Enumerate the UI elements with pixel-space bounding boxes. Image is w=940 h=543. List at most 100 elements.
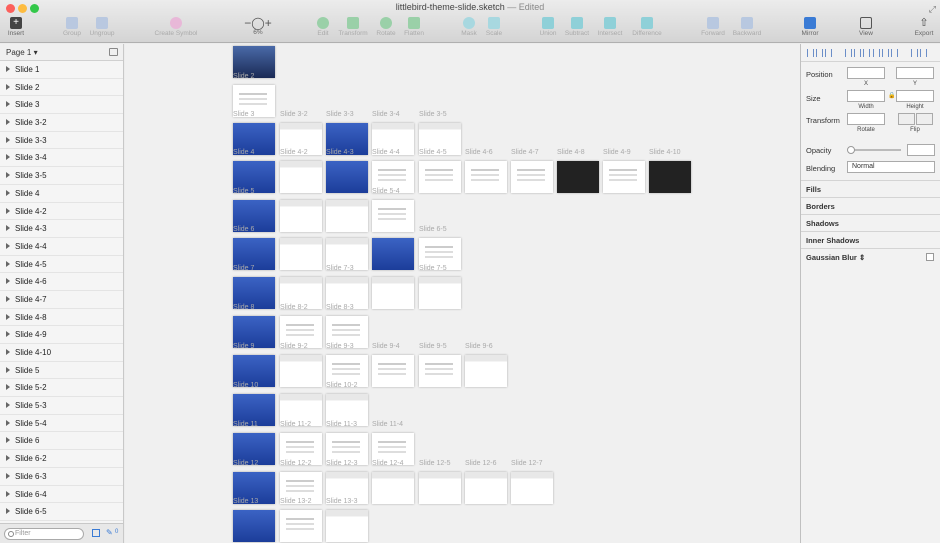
lock-icon[interactable]: 🔒: [888, 92, 895, 99]
artboard[interactable]: [511, 161, 553, 193]
backward-button[interactable]: Backward: [730, 17, 764, 37]
union-button[interactable]: Union: [536, 17, 560, 37]
align-icon[interactable]: [807, 49, 814, 57]
intersect-button[interactable]: Intersect: [595, 17, 625, 37]
align-icon[interactable]: [816, 49, 823, 57]
subtract-button[interactable]: Subtract: [562, 17, 592, 37]
artboard-label[interactable]: Slide 8-3: [326, 304, 386, 311]
layer-item[interactable]: Slide 4-3: [0, 220, 123, 238]
gaussian-blur-checkbox[interactable]: [926, 253, 934, 261]
align-icon[interactable]: [891, 49, 898, 57]
layer-item[interactable]: Slide 3-2: [0, 114, 123, 132]
align-icon[interactable]: [882, 49, 889, 57]
filter-input[interactable]: Filter: [4, 528, 84, 540]
layer-item[interactable]: Slide 5-2: [0, 379, 123, 398]
shadows-section[interactable]: Shadows: [801, 214, 940, 231]
artboard[interactable]: [465, 472, 507, 504]
borders-section[interactable]: Borders: [801, 197, 940, 214]
insert-button[interactable]: + Insert: [4, 17, 28, 37]
artboard-label[interactable]: Slide 7-5: [419, 265, 479, 272]
artboard-label[interactable]: Slide 3-5: [419, 111, 479, 118]
opacity-slider[interactable]: [847, 146, 901, 154]
artboard[interactable]: [326, 200, 368, 232]
artboard-label[interactable]: Slide 10-2: [326, 382, 386, 389]
artboard[interactable]: [372, 200, 414, 232]
flip-horizontal-button[interactable]: [898, 113, 915, 125]
artboard-label[interactable]: Slide 6: [233, 226, 293, 233]
flip-vertical-button[interactable]: [916, 113, 933, 125]
scale-button[interactable]: Scale: [483, 17, 505, 37]
transform-button[interactable]: Transform: [336, 17, 370, 37]
artboard-label[interactable]: Slide 6-5: [419, 226, 479, 233]
layer-item[interactable]: Slide 6: [0, 432, 123, 451]
forward-button[interactable]: Forward: [698, 17, 728, 37]
artboard[interactable]: [419, 355, 461, 387]
canvas[interactable]: Slide 2 Slide 3 Slide 3-2 Slide 3-3 Slide 3-…: [125, 44, 800, 543]
artboard-label[interactable]: Slide 7: [233, 265, 293, 272]
artboard-label[interactable]: Slide 4-10: [649, 149, 709, 156]
artboard-label[interactable]: Slide 2: [233, 73, 293, 80]
layer-item[interactable]: Slide 1: [0, 61, 123, 79]
rotate-field[interactable]: [847, 113, 885, 125]
height-field[interactable]: [896, 90, 934, 102]
layer-item[interactable]: Slide 3: [0, 96, 123, 115]
layer-item[interactable]: Slide 5-4: [0, 415, 123, 433]
layer-item[interactable]: Slide 6-2: [0, 450, 123, 468]
align-icon[interactable]: [873, 49, 880, 57]
y-field[interactable]: [896, 67, 934, 79]
layer-item[interactable]: Slide 4-8: [0, 309, 123, 327]
page-selector[interactable]: Page 1 ▾: [0, 44, 123, 61]
width-field[interactable]: [847, 90, 885, 102]
artboard-label[interactable]: Slide 11-4: [372, 421, 432, 428]
fills-section[interactable]: Fills: [801, 180, 940, 197]
flatten-button[interactable]: Flatten: [400, 17, 428, 37]
align-icon[interactable]: [854, 49, 861, 57]
artboard[interactable]: [603, 161, 645, 193]
artboard[interactable]: [419, 472, 461, 504]
artboard-label[interactable]: Slide 10: [233, 382, 293, 389]
align-icon[interactable]: [911, 49, 918, 57]
artboard[interactable]: [511, 472, 553, 504]
artboard[interactable]: [465, 161, 507, 193]
layer-item[interactable]: Slide 4-4: [0, 238, 123, 256]
layer-item[interactable]: Slide 4-2: [0, 203, 123, 221]
artboard-label[interactable]: Slide 12-7: [511, 460, 571, 467]
artboard-label[interactable]: Slide 5-4: [372, 188, 432, 195]
layer-item[interactable]: Slide 4-6: [0, 273, 123, 291]
create-symbol-button[interactable]: Create Symbol: [150, 17, 202, 37]
artboard[interactable]: [326, 510, 368, 542]
symbols-filter-icon[interactable]: [92, 529, 100, 537]
layer-item[interactable]: Slide 4: [0, 185, 123, 203]
artboard[interactable]: [557, 161, 599, 193]
layer-item[interactable]: Slide 5-3: [0, 397, 123, 415]
x-field[interactable]: [847, 67, 885, 79]
layer-item[interactable]: Slide 3-3: [0, 132, 123, 150]
export-button[interactable]: ⇧ Export: [912, 17, 936, 37]
align-icon[interactable]: [825, 49, 832, 57]
layer-item[interactable]: Slide 2: [0, 79, 123, 97]
layer-item[interactable]: Slide 4-7: [0, 291, 123, 309]
artboard-label[interactable]: Slide 13-3: [326, 498, 386, 505]
group-button[interactable]: Group: [60, 17, 84, 37]
layer-item[interactable]: Slide 3-4: [0, 149, 123, 168]
align-icon[interactable]: [920, 49, 927, 57]
layer-item[interactable]: Slide 6-5: [0, 503, 123, 521]
layer-item[interactable]: Slide 4-5: [0, 256, 123, 274]
layer-item[interactable]: Slide 3-5: [0, 167, 123, 185]
opacity-field[interactable]: [907, 144, 935, 156]
artboard[interactable]: [280, 510, 322, 542]
artboard[interactable]: [233, 510, 275, 542]
layer-item[interactable]: Slide 4-10: [0, 344, 123, 362]
mirror-button[interactable]: Mirror: [798, 17, 822, 37]
artboard-label[interactable]: Slide 7-3: [326, 265, 386, 272]
gaussian-blur-section[interactable]: Gaussian Blur ⇕: [801, 248, 940, 265]
rotate-button[interactable]: Rotate: [374, 17, 398, 37]
layer-item[interactable]: Slide 6-4: [0, 486, 123, 504]
artboard-label[interactable]: Slide 5: [233, 188, 293, 195]
view-button[interactable]: View: [856, 17, 876, 37]
layer-item[interactable]: Slide 4-9: [0, 326, 123, 344]
layer-item[interactable]: Slide 5: [0, 362, 123, 380]
blending-select[interactable]: Normal: [847, 161, 935, 173]
align-icon[interactable]: [845, 49, 852, 57]
artboard[interactable]: [326, 161, 368, 193]
